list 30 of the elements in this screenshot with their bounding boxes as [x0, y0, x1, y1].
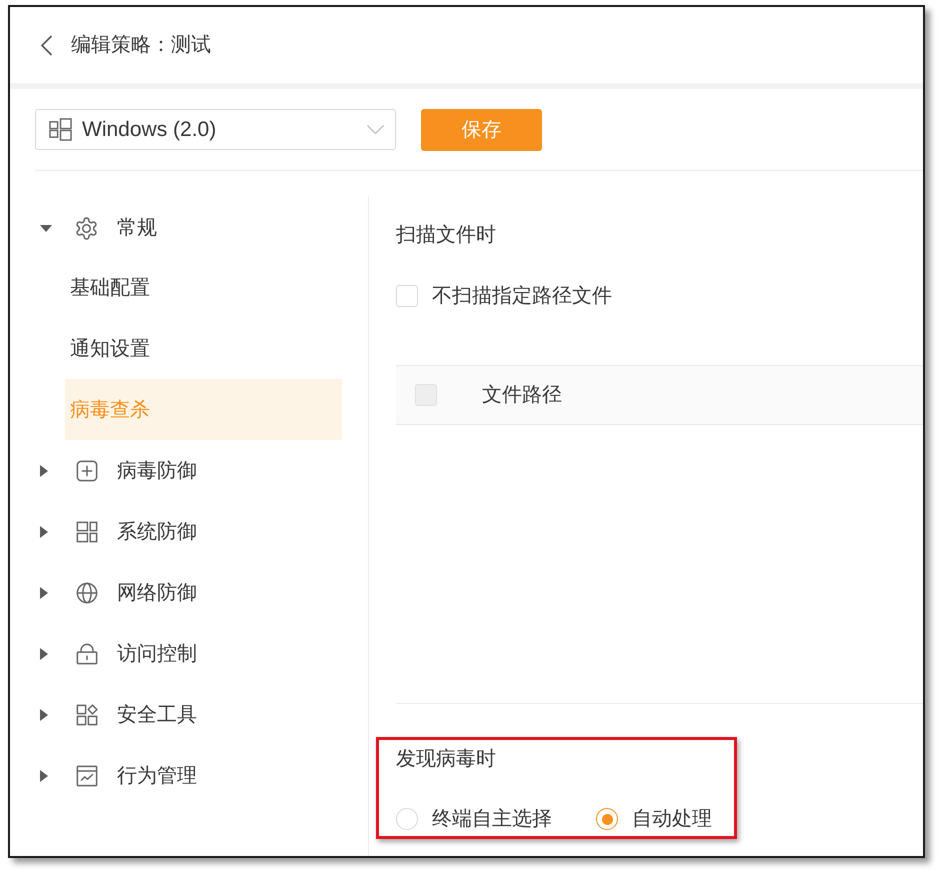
nav-item[interactable]: 通知设置	[65, 318, 342, 379]
platform-select[interactable]: Windows (2.0)	[35, 109, 396, 150]
radio-label[interactable]: 自动处理	[632, 807, 712, 831]
section-title: 发现病毒时	[396, 747, 496, 771]
plus-square-icon	[76, 460, 98, 482]
chart-window-icon	[76, 764, 98, 786]
checkbox[interactable]	[396, 285, 418, 307]
section-title: 扫描文件时	[396, 223, 496, 247]
four-squares-icon	[49, 118, 72, 141]
lock-icon	[76, 642, 98, 664]
column-header: 文件路径	[482, 383, 562, 407]
page-title: 编辑策略：测试	[71, 33, 211, 58]
radio-label[interactable]: 终端自主选择	[432, 807, 552, 831]
radio-button[interactable]	[596, 808, 618, 830]
nav-group[interactable]: 安全工具	[10, 684, 368, 745]
nav-group[interactable]: 系统防御	[10, 501, 368, 562]
back-icon[interactable]	[40, 34, 53, 56]
nav-group[interactable]: 网络防御	[10, 562, 368, 623]
squares-diamond-icon	[76, 704, 98, 726]
globe-icon	[76, 582, 98, 604]
nav-group[interactable]: 行为管理	[10, 745, 368, 806]
nav-group[interactable]: 病毒防御	[10, 440, 368, 501]
checkbox-label[interactable]: 不扫描指定路径文件	[432, 284, 612, 308]
chevron-down-icon	[367, 125, 384, 134]
nav-item[interactable]: 基础配置	[65, 257, 342, 318]
blocks-icon	[76, 520, 98, 542]
radio-button[interactable]	[396, 808, 418, 830]
settings-icon	[74, 216, 99, 240]
nav-group[interactable]: 常规	[10, 199, 368, 257]
nav-group[interactable]: 访问控制	[10, 623, 368, 684]
